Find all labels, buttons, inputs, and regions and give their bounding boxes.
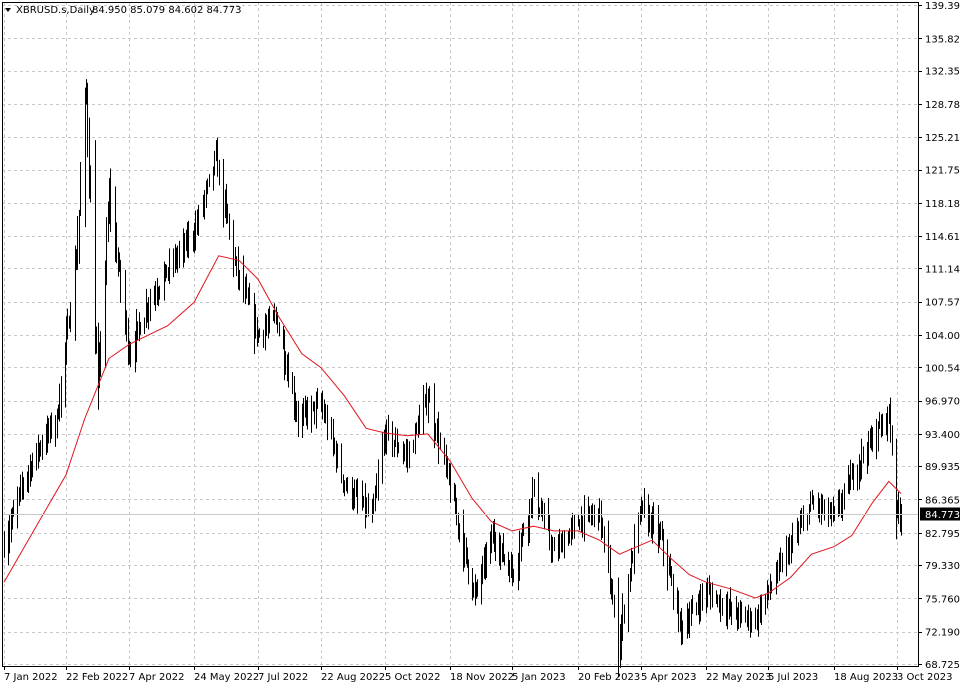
chart-background — [0, 0, 960, 688]
chart-header: XBRUSD.s,Daily 84.950 85.079 84.602 84.7… — [5, 5, 242, 16]
x-tick-label: 22 Aug 2022 — [321, 672, 385, 683]
x-tick-label: 7 Jan 2022 — [4, 672, 58, 683]
y-tick-label: 132.355 — [925, 67, 960, 78]
y-tick-label: 107.575 — [925, 298, 960, 309]
y-tick-label: 121.750 — [925, 166, 960, 177]
y-tick-label: 128.785 — [925, 100, 960, 111]
chart-canvas[interactable]: 139.390 135.820 132.355 128.785 125.215 121.7… — [0, 0, 960, 688]
y-tick-label: 111.145 — [925, 264, 960, 275]
x-tick-label: 5 Apr 2023 — [641, 672, 696, 683]
y-tick-label: 114.610 — [925, 232, 960, 243]
y-tick-label: 75.760 — [925, 594, 960, 605]
y-tick-label: 79.330 — [925, 561, 960, 572]
symbol-label: XBRUSD.s,Daily — [16, 5, 95, 16]
y-tick-label: 96.970 — [925, 397, 960, 408]
y-tick-label: 139.390 — [925, 1, 960, 12]
x-tick-label: 3 Oct 2023 — [897, 672, 952, 683]
x-tick-label: 18 Aug 2023 — [834, 672, 898, 683]
last-price-tag-label: 84.773 — [925, 510, 960, 521]
price-axis[interactable]: 139.390 135.820 132.355 128.785 125.215 121.7… — [918, 1, 960, 671]
y-tick-label: 118.180 — [925, 199, 960, 210]
x-tick-label: 5 Jul 2023 — [768, 672, 818, 683]
x-tick-label: 18 Nov 2022 — [450, 672, 514, 683]
x-tick-label: 20 Feb 2023 — [578, 672, 640, 683]
y-tick-label: 72.190 — [925, 628, 960, 639]
x-tick-label: 22 May 2023 — [706, 672, 771, 683]
x-tick-label: 22 Feb 2022 — [66, 672, 128, 683]
y-tick-label: 89.935 — [925, 462, 960, 473]
ohlc-values: 84.950 85.079 84.602 84.773 — [92, 5, 242, 16]
x-tick-label: 5 Jan 2023 — [512, 672, 566, 683]
last-price-tag: 84.773 — [920, 507, 960, 521]
x-tick-label: 5 Oct 2022 — [385, 672, 440, 683]
y-tick-label: 93.400 — [925, 430, 960, 441]
price-chart[interactable]: 139.390 135.820 132.355 128.785 125.215 121.7… — [0, 0, 960, 688]
y-tick-label: 104.005 — [925, 331, 960, 342]
y-tick-label: 125.215 — [925, 133, 960, 144]
y-tick-label: 135.820 — [925, 34, 960, 45]
x-tick-label: 24 May 2022 — [194, 672, 259, 683]
y-tick-label: 100.540 — [925, 363, 960, 374]
y-tick-label: 86.365 — [925, 495, 960, 506]
x-tick-label: 7 Jul 2022 — [258, 672, 308, 683]
y-tick-label: 82.795 — [925, 529, 960, 540]
x-tick-label: 7 Apr 2022 — [129, 672, 184, 683]
y-tick-label: 68.725 — [925, 660, 960, 671]
